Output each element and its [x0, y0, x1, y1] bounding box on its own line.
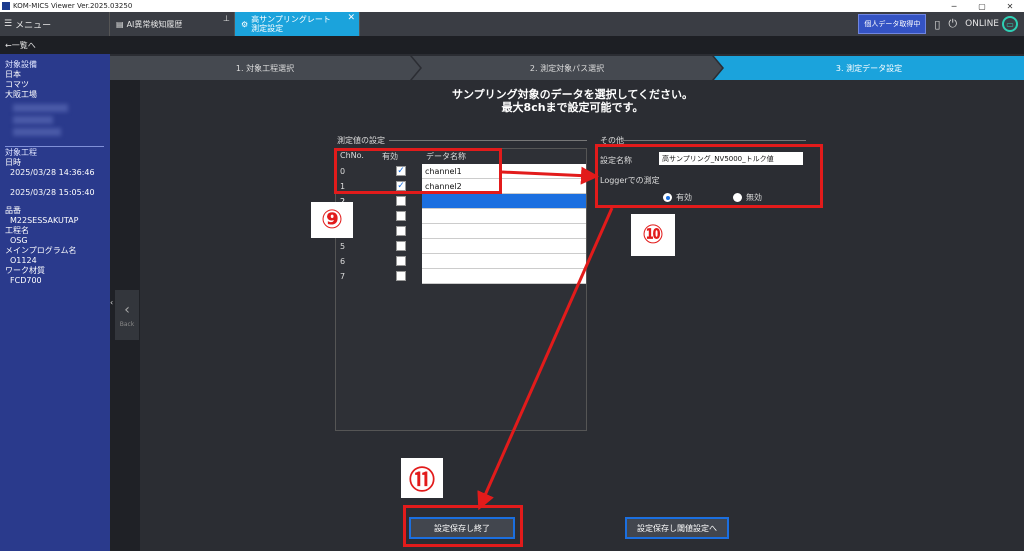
- tab-label: AI異常検知履歴: [126, 19, 183, 29]
- tab-high-sampling-setting[interactable]: ⚙ 高サンプリングレート測定設定 ✕: [235, 12, 360, 36]
- online-label: ONLINE: [965, 19, 999, 29]
- channel-number: 6: [340, 257, 346, 266]
- data-name-field[interactable]: [422, 239, 586, 254]
- instruction-heading: サンプリング対象のデータを選択してください。 最大8chまで設定可能です。: [141, 88, 1004, 114]
- process-header: 対象工程: [5, 148, 37, 157]
- enabled-checkbox[interactable]: [396, 271, 406, 281]
- personal-data-button[interactable]: 個人データ取得中: [858, 14, 927, 34]
- table-row-selected[interactable]: 2: [336, 194, 586, 209]
- measure-group-label: 測定値の設定: [337, 136, 385, 145]
- data-name-field[interactable]: [422, 194, 586, 209]
- step-progress-bar: 1. 対象工程選択 2. 測定対象パス選択 3. 測定データ設定: [110, 56, 1024, 80]
- step-1[interactable]: 1. 対象工程選択: [110, 56, 420, 80]
- table-row[interactable]: 5: [336, 239, 586, 254]
- redacted-info: [13, 104, 68, 112]
- table-row[interactable]: 4: [336, 224, 586, 239]
- book-icon[interactable]: ▯: [934, 18, 940, 31]
- tab-ai-anomaly-history[interactable]: ▤ AI異常検知履歴 ⊥: [110, 12, 235, 36]
- close-icon[interactable]: ✕: [347, 14, 355, 23]
- other-group-line: [623, 140, 806, 141]
- maximize-button[interactable]: ▢: [968, 2, 996, 11]
- data-name-field[interactable]: [422, 209, 586, 224]
- data-name-field[interactable]: [422, 254, 586, 269]
- equipment-company: コマツ: [5, 80, 29, 89]
- close-window-button[interactable]: ✕: [996, 2, 1024, 11]
- program-value: O1124: [10, 256, 37, 265]
- part-value: M22SESSAKUTAP: [10, 216, 79, 225]
- right-tools: 個人データ取得中 ▯ ⏻ ONLINE ▭: [858, 12, 1024, 36]
- table-row[interactable]: 6: [336, 254, 586, 269]
- measure-group-line: [389, 140, 587, 141]
- datetime-header: 日時: [5, 158, 21, 167]
- save-and-threshold-button[interactable]: 設定保存し閾値設定へ: [625, 517, 729, 539]
- enabled-checkbox[interactable]: [396, 226, 406, 236]
- back-to-list-link[interactable]: ←一覧へ: [0, 36, 1024, 54]
- step-3-active[interactable]: 3. 測定データ設定: [714, 56, 1024, 80]
- back-label: Back: [119, 321, 135, 328]
- part-header: 品番: [5, 206, 21, 215]
- title-bar: KOM-MICS Viewer Ver.2025.03250 ─ ▢ ✕: [0, 0, 1024, 12]
- equipment-country: 日本: [5, 70, 21, 79]
- step-2[interactable]: 2. 測定対象パス選択: [412, 56, 722, 80]
- window-controls: ─ ▢ ✕: [940, 2, 1024, 11]
- material-value: FCD700: [10, 276, 42, 285]
- enabled-checkbox[interactable]: [396, 196, 406, 206]
- settings-icon: ⚙: [241, 19, 249, 29]
- window-title: KOM-MICS Viewer Ver.2025.03250: [13, 2, 133, 10]
- pin-icon[interactable]: ⊥: [223, 14, 230, 23]
- data-name-field[interactable]: [422, 224, 586, 239]
- table-row[interactable]: 7: [336, 269, 586, 284]
- document-icon: ▤: [116, 19, 124, 29]
- start-datetime: 2025/03/28 14:36:46: [10, 168, 95, 177]
- callout-10: ⑩: [631, 214, 675, 256]
- end-datetime: 2025/03/28 15:05:40: [10, 188, 95, 197]
- tab-label: 高サンプリングレート測定設定: [251, 15, 331, 33]
- channel-number: 5: [340, 242, 346, 251]
- material-header: ワーク材質: [5, 266, 45, 275]
- highlight-box-9: [334, 148, 502, 194]
- highlight-box-11: [403, 505, 523, 547]
- menu-button[interactable]: ☰ メニュー: [0, 12, 110, 36]
- divider: [5, 146, 104, 147]
- highlight-box-10: [595, 144, 823, 208]
- callout-9: ⑨: [311, 202, 353, 238]
- enabled-checkbox[interactable]: [396, 256, 406, 266]
- instruction-line-1: サンプリング対象のデータを選択してください。: [451, 88, 693, 101]
- data-name-field[interactable]: [422, 269, 586, 284]
- tab-bar: ☰ メニュー ▤ AI異常検知履歴 ⊥ ⚙ 高サンプリングレート測定設定 ✕ 個…: [0, 12, 1024, 36]
- channel-number: 7: [340, 272, 346, 281]
- redacted-info: [13, 128, 61, 136]
- program-header: メインプログラム名: [5, 246, 77, 255]
- menu-label: メニュー: [15, 20, 52, 31]
- enabled-checkbox[interactable]: [396, 241, 406, 251]
- equipment-header: 対象設備: [5, 60, 37, 69]
- hamburger-icon: ☰: [4, 19, 13, 29]
- app-icon: [2, 2, 10, 10]
- back-button[interactable]: ‹ Back: [115, 290, 139, 340]
- main-content: サンプリング対象のデータを選択してください。 最大8chまで設定可能です。 測定…: [141, 80, 1004, 551]
- enabled-checkbox[interactable]: [396, 211, 406, 221]
- chevron-left-icon: ‹: [124, 302, 130, 318]
- process-name-header: 工程名: [5, 226, 29, 235]
- redacted-info: [13, 116, 53, 124]
- equipment-plant: 大阪工場: [5, 90, 37, 99]
- collapse-arrow-icon[interactable]: ‹: [110, 298, 113, 307]
- online-status: ONLINE ▭: [965, 16, 1018, 32]
- minimize-button[interactable]: ─: [940, 2, 968, 11]
- power-icon[interactable]: ⏻: [948, 17, 957, 31]
- table-row[interactable]: 3: [336, 209, 586, 224]
- monitor-icon[interactable]: ▭: [1002, 16, 1018, 32]
- instruction-line-2: 最大8chまで設定可能です。: [501, 101, 644, 114]
- process-name-value: OSG: [10, 236, 28, 245]
- sidebar: 対象設備 日本 コマツ 大阪工場 対象工程 日時 2025/03/28 14:3…: [0, 54, 110, 551]
- callout-11: ⑪: [401, 458, 443, 498]
